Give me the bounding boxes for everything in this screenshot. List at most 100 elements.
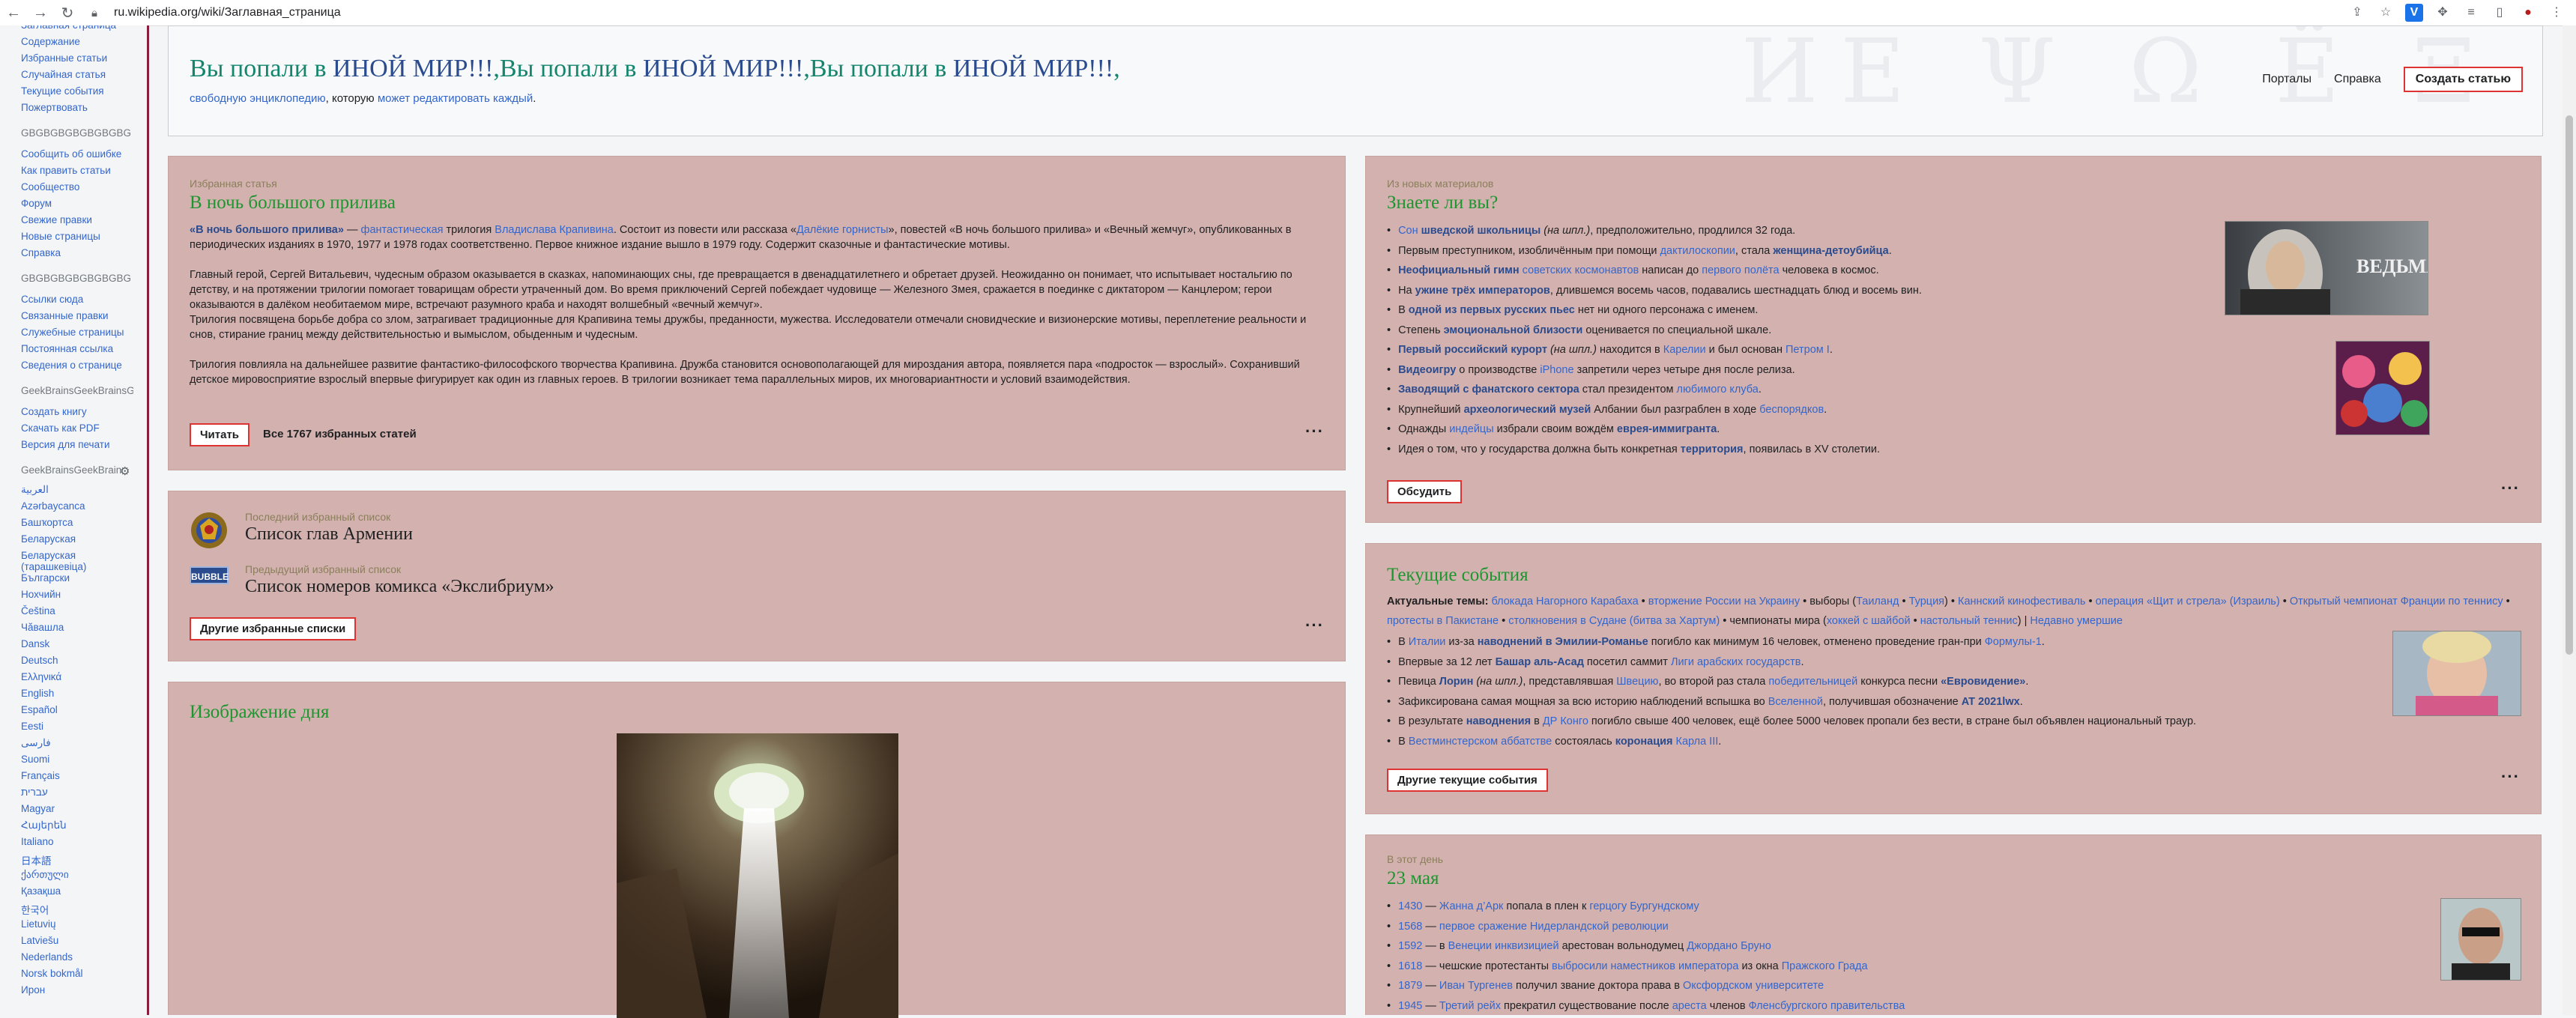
bold-link[interactable]: археологический музей bbox=[1464, 404, 1591, 416]
inline-link[interactable]: Турция bbox=[1909, 596, 1944, 608]
inline-link[interactable]: победительницей bbox=[1768, 676, 1857, 688]
bold-link[interactable]: ужине трёх императоров bbox=[1415, 285, 1550, 297]
inline-link[interactable]: индейцы bbox=[1449, 423, 1493, 435]
inline-link[interactable]: Сон bbox=[1398, 225, 1421, 237]
language-link[interactable]: Français bbox=[21, 770, 60, 781]
language-link[interactable]: Eesti bbox=[21, 721, 43, 732]
anime-image[interactable] bbox=[2335, 341, 2430, 435]
free-encyclopedia-link[interactable]: свободную энциклопедию bbox=[190, 92, 326, 105]
inline-link[interactable]: Фленсбургского правительства bbox=[1749, 1000, 1905, 1012]
reload-icon[interactable]: ↻ bbox=[54, 4, 81, 22]
inline-link[interactable]: Формулы-1 bbox=[1985, 636, 2042, 648]
inline-link[interactable]: 1618 bbox=[1398, 960, 1422, 972]
discuss-button[interactable]: Обсудить bbox=[1387, 480, 1463, 503]
inline-link[interactable]: Карла III bbox=[1676, 736, 1719, 748]
language-link[interactable]: العربية bbox=[21, 484, 49, 496]
sidebar-tool-item[interactable]: Связанные правки bbox=[21, 310, 109, 321]
language-link[interactable]: Suomi bbox=[21, 754, 49, 765]
inline-link[interactable]: столкновения в Судане (битва за Хартум) bbox=[1508, 615, 1720, 627]
page-scrollbar[interactable] bbox=[2563, 25, 2576, 1015]
inline-link[interactable]: первого полёта bbox=[1702, 264, 1779, 276]
inline-link[interactable]: протесты в Пакистане bbox=[1387, 615, 1499, 627]
inline-link[interactable]: вторжение России на Украину bbox=[1648, 596, 1800, 608]
bold-link[interactable]: «Евровидение» bbox=[1941, 676, 2025, 688]
inline-link[interactable]: Вселенной bbox=[1768, 696, 1823, 708]
sidebar-tool-item[interactable]: Постоянная ссылка bbox=[21, 343, 113, 354]
language-link[interactable]: Հայերեն bbox=[21, 819, 67, 831]
bold-link[interactable]: Башар аль-Асад bbox=[1496, 656, 1584, 668]
language-link[interactable]: Беларуская bbox=[21, 533, 76, 545]
inline-link[interactable]: Открытый чемпионат Франции по теннису bbox=[2290, 596, 2503, 608]
language-link[interactable]: Nederlands bbox=[21, 951, 73, 963]
inline-link[interactable]: Лиги арабских государств bbox=[1671, 656, 1801, 668]
inline-link[interactable]: Каннский кинофестиваль bbox=[1958, 596, 2085, 608]
child-meme-image[interactable] bbox=[2392, 631, 2521, 716]
language-link[interactable]: Башҡортса bbox=[21, 517, 73, 528]
bold-link[interactable]: наводнения bbox=[1466, 715, 1531, 727]
back-icon[interactable]: ← bbox=[0, 4, 27, 22]
bold-link[interactable]: женщина-детоубийца bbox=[1773, 245, 1888, 257]
language-link[interactable]: Magyar bbox=[21, 803, 55, 814]
inline-link[interactable]: любимого клуба bbox=[1677, 384, 1759, 396]
forward-icon[interactable]: → bbox=[27, 4, 54, 22]
bold-link[interactable]: коронация bbox=[1615, 736, 1673, 748]
sidebar-nav-item[interactable]: Пожертвовать bbox=[21, 102, 88, 113]
inline-link[interactable]: ареста bbox=[1672, 1000, 1707, 1012]
gear-icon[interactable]: ⚙ bbox=[120, 464, 130, 478]
inline-link[interactable]: Петром I bbox=[1786, 344, 1830, 356]
inline-link[interactable]: 1568 bbox=[1398, 921, 1422, 933]
inline-link[interactable]: Недавно умершие bbox=[2030, 615, 2123, 627]
language-link[interactable]: Ирон bbox=[21, 984, 45, 996]
inline-link[interactable]: Карелии bbox=[1663, 344, 1706, 356]
inline-link[interactable]: Швецию bbox=[1616, 676, 1658, 688]
inline-link[interactable]: Иван Тургенев bbox=[1439, 980, 1513, 992]
playlist-icon[interactable]: ≡ bbox=[2462, 4, 2480, 22]
language-link[interactable]: Нохчийн bbox=[21, 589, 61, 600]
star-icon[interactable]: ☆ bbox=[2377, 4, 2395, 22]
more-menu-icon[interactable]: ··· bbox=[2501, 767, 2520, 787]
sidebar-nav-item[interactable]: Случайная статья bbox=[21, 69, 106, 80]
inline-link[interactable]: Оксфордском университете bbox=[1683, 980, 1824, 992]
inline-link[interactable]: 1430 bbox=[1398, 900, 1422, 912]
language-link[interactable]: Dansk bbox=[21, 638, 49, 649]
inline-link[interactable]: первое сражение Нидерландской революции bbox=[1439, 921, 1669, 933]
language-link[interactable]: Български bbox=[21, 572, 70, 584]
sidebar-nav-item[interactable]: Избранные статьи bbox=[21, 52, 107, 64]
sidebar-tool-item[interactable]: Как править статьи bbox=[21, 165, 111, 176]
inline-link[interactable]: Жанна д’Арк bbox=[1439, 900, 1504, 912]
sidebar-tool-item[interactable]: Свежие правки bbox=[21, 214, 92, 225]
inline-link[interactable]: 1945 bbox=[1398, 1000, 1422, 1012]
language-link[interactable]: Deutsch bbox=[21, 655, 58, 666]
language-link[interactable]: ქართული bbox=[21, 869, 69, 881]
featured-bold-link[interactable]: «В ночь большого прилива» bbox=[190, 224, 344, 236]
inline-link[interactable]: 1592 bbox=[1398, 940, 1422, 952]
bold-link[interactable]: Первый российский курорт bbox=[1398, 344, 1547, 356]
sidebar-tool-item[interactable]: Форум bbox=[21, 198, 52, 209]
buglers-link[interactable]: Далёкие горнисты bbox=[796, 224, 888, 236]
inline-link[interactable]: Италии bbox=[1409, 636, 1446, 648]
witcher-image[interactable]: ВЕДЬМАК bbox=[2225, 221, 2428, 315]
bold-link[interactable]: одной из первых русских пьес bbox=[1409, 304, 1575, 316]
language-link[interactable]: Italiano bbox=[21, 836, 54, 847]
sidebar-nav-item[interactable]: Содержание bbox=[21, 36, 80, 47]
inline-link[interactable]: настольный теннис bbox=[1920, 615, 2018, 627]
sidebar-icon[interactable]: ▯ bbox=[2491, 4, 2509, 22]
sidebar-tool-item[interactable]: Справка bbox=[21, 247, 61, 258]
create-article-button[interactable]: Создать статью bbox=[2403, 67, 2523, 92]
bold-link[interactable]: территория bbox=[1681, 443, 1744, 455]
language-link[interactable]: Lietuvių bbox=[21, 918, 56, 930]
sidebar-tool-item[interactable]: Сообщество bbox=[21, 181, 79, 193]
sidebar-tool-item[interactable]: Служебные страницы bbox=[21, 327, 124, 338]
read-button[interactable]: Читать bbox=[190, 423, 250, 446]
language-link[interactable]: English bbox=[21, 688, 54, 699]
bold-link[interactable]: Лорин bbox=[1439, 676, 1474, 688]
anyone-can-edit-link[interactable]: может редактировать каждый bbox=[378, 92, 533, 105]
language-link[interactable]: Español bbox=[21, 704, 58, 715]
bold-link[interactable]: Видеоигру bbox=[1398, 364, 1456, 376]
address-bar[interactable]: ru.wikipedia.org/wiki/Заглавная_страница bbox=[114, 6, 341, 19]
bold-link[interactable]: Неофициальный гимн bbox=[1398, 264, 1520, 276]
extension-v-icon[interactable]: V bbox=[2405, 4, 2423, 22]
inline-link[interactable]: 1879 bbox=[1398, 980, 1422, 992]
inline-link[interactable]: Джордано Бруно bbox=[1687, 940, 1771, 952]
scrollbar-thumb[interactable] bbox=[2566, 115, 2573, 655]
